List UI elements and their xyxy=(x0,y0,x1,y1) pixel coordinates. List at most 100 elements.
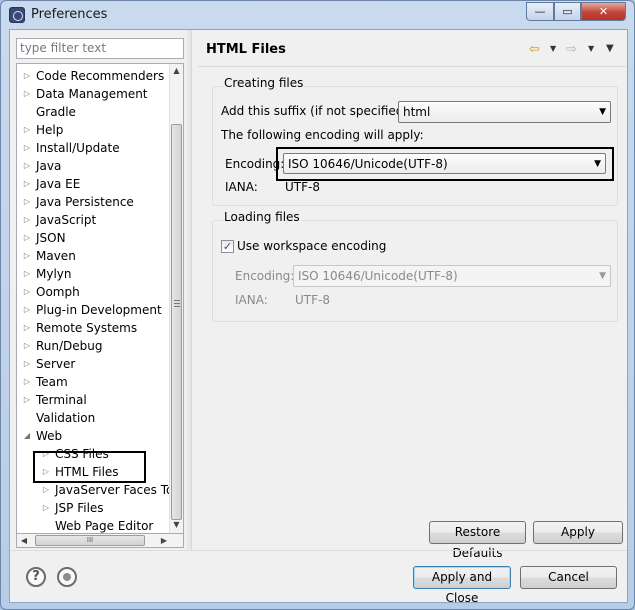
collapsed-twisty-icon[interactable]: ▷ xyxy=(22,211,32,229)
collapsed-twisty-icon[interactable]: ▷ xyxy=(22,247,32,265)
collapsed-twisty-icon[interactable]: ▷ xyxy=(22,337,32,355)
tree-item-label: Code Recommenders xyxy=(36,69,165,83)
tree-item[interactable]: ▷ Run/Debug xyxy=(22,337,167,355)
collapsed-twisty-icon[interactable]: ▷ xyxy=(22,157,32,175)
collapsed-twisty-icon[interactable]: ▷ xyxy=(22,373,32,391)
tree-item[interactable]: Gradle xyxy=(22,103,167,121)
collapsed-twisty-icon[interactable]: ▷ xyxy=(22,265,32,283)
collapsed-twisty-icon[interactable]: ▷ xyxy=(41,463,51,481)
back-dropdown-icon[interactable]: ▼ xyxy=(550,44,556,53)
loading-iana-value: UTF-8 xyxy=(295,293,330,307)
tree-item[interactable]: ▷ Java xyxy=(22,157,167,175)
loading-files-label: Loading files xyxy=(223,210,301,224)
forward-dropdown-icon[interactable]: ▼ xyxy=(588,44,594,53)
collapsed-twisty-icon[interactable]: ▷ xyxy=(22,67,32,85)
use-workspace-checkbox[interactable]: ✓ xyxy=(221,240,234,253)
help-icon[interactable]: ? xyxy=(26,567,46,587)
footer-separator xyxy=(10,550,627,551)
tree-item[interactable]: ▷ Oomph xyxy=(22,283,167,301)
tree-horizontal-scrollbar[interactable]: ◀ III ▶ xyxy=(16,533,184,548)
tree-item[interactable]: ▷ Help xyxy=(22,121,167,139)
creating-files-label: Creating files xyxy=(223,76,305,90)
collapsed-twisty-icon[interactable]: ▷ xyxy=(22,85,32,103)
loading-encoding-combo: ISO 10646/Unicode(UTF-8) ▼ xyxy=(293,265,611,287)
tree-item-label: CSS Files xyxy=(55,447,109,461)
minimize-button[interactable]: — xyxy=(526,2,554,21)
record-icon[interactable] xyxy=(57,567,77,587)
restore-defaults-button[interactable]: Restore Defaults xyxy=(429,521,526,560)
tree-item-label: JSP Files xyxy=(55,501,104,515)
forward-arrow-icon[interactable]: ⇨ xyxy=(566,42,577,58)
collapsed-twisty-icon[interactable]: ▷ xyxy=(22,229,32,247)
tree-item[interactable]: ▷ Terminal xyxy=(22,391,167,409)
tree-item[interactable]: ▷ JSON xyxy=(22,229,167,247)
scroll-right-arrow-icon[interactable]: ▶ xyxy=(157,534,171,547)
tree-item[interactable]: ▷ Java EE xyxy=(22,175,167,193)
tree-item[interactable]: Validation xyxy=(22,409,167,427)
collapsed-twisty-icon[interactable]: ▷ xyxy=(22,175,32,193)
collapsed-twisty-icon[interactable]: ▷ xyxy=(22,139,32,157)
tree-item[interactable]: ▷ Mylyn xyxy=(22,265,167,283)
collapsed-twisty-icon[interactable]: ▷ xyxy=(22,355,32,373)
loading-iana-label: IANA: xyxy=(235,293,268,307)
tree-item-label: Gradle xyxy=(36,105,76,119)
expanded-twisty-icon[interactable]: ◢ xyxy=(22,427,32,445)
tree-item-label: JavaServer Faces To xyxy=(55,483,174,497)
tree-item[interactable]: ▷ Java Persistence xyxy=(22,193,167,211)
cancel-button[interactable]: Cancel xyxy=(520,566,617,589)
tree-item[interactable]: ▷ Code Recommenders xyxy=(22,67,167,85)
tree-item[interactable]: ▷ Server xyxy=(22,355,167,373)
tree-item[interactable]: ▷ HTML Files xyxy=(41,463,167,481)
tree-item[interactable]: ◢ Web xyxy=(22,427,167,445)
view-menu-icon[interactable]: ▼ xyxy=(606,43,614,54)
tree-item-label: Run/Debug xyxy=(36,339,103,353)
apply-button[interactable]: Apply xyxy=(533,521,623,544)
tree-item-label: Java EE xyxy=(36,177,81,191)
tree-hscroll-thumb[interactable]: III xyxy=(35,535,145,546)
collapsed-twisty-icon[interactable]: ▷ xyxy=(22,301,32,319)
use-workspace-label[interactable]: Use workspace encoding xyxy=(237,239,386,253)
preference-tree: Web Page Editor ▷ JSP Files ▷ JavaServer Fac… xyxy=(16,63,184,547)
tree-item[interactable]: ▷ Remote Systems xyxy=(22,319,167,337)
tree-vertical-scrollbar[interactable]: ▲ ▼ xyxy=(169,64,183,546)
pane-sash[interactable] xyxy=(187,30,192,550)
collapsed-twisty-icon[interactable]: ▷ xyxy=(41,445,51,463)
filter-input[interactable]: type filter text xyxy=(16,38,184,59)
tree-item[interactable]: ▷ JavaScript xyxy=(22,211,167,229)
close-button[interactable]: ✕ xyxy=(581,2,626,21)
scroll-down-arrow-icon[interactable]: ▼ xyxy=(170,518,183,532)
creating-encoding-label: Encoding: xyxy=(225,157,285,171)
tree-item[interactable]: ▷ JavaServer Faces To xyxy=(41,481,173,499)
creating-encoding-combo[interactable]: ISO 10646/Unicode(UTF-8) ▼ xyxy=(283,153,606,174)
tree-item[interactable]: ▷ Team xyxy=(22,373,167,391)
tree-item-label: Plug-in Development xyxy=(36,303,162,317)
tree-item[interactable]: ▷ Data Management xyxy=(22,85,167,103)
tree-item[interactable]: ▷ Maven xyxy=(22,247,167,265)
collapsed-twisty-icon[interactable]: ▷ xyxy=(22,319,32,337)
suffix-combo[interactable]: html ▼ xyxy=(398,101,611,123)
tree-scroll-thumb[interactable] xyxy=(171,124,182,520)
scroll-left-arrow-icon[interactable]: ◀ xyxy=(17,534,31,547)
collapsed-twisty-icon[interactable]: ▷ xyxy=(22,283,32,301)
collapsed-twisty-icon[interactable]: ▷ xyxy=(41,481,51,499)
scroll-up-arrow-icon[interactable]: ▲ xyxy=(170,64,183,78)
collapsed-twisty-icon[interactable]: ▷ xyxy=(22,121,32,139)
chevron-down-icon: ▼ xyxy=(594,159,601,169)
tree-item-label: JavaScript xyxy=(36,213,97,227)
apply-and-close-button[interactable]: Apply and Close xyxy=(413,566,511,605)
back-arrow-icon[interactable]: ⇦ xyxy=(529,42,540,58)
title-bar[interactable]: Preferences — ▭ ✕ xyxy=(1,1,634,29)
tree-item[interactable]: ▷ CSS Files xyxy=(41,445,167,463)
tree-item[interactable]: ▷ Plug-in Development xyxy=(22,301,167,319)
tree-item[interactable]: ▷ Install/Update xyxy=(22,139,167,157)
tree-item[interactable]: ▷ JSP Files xyxy=(41,499,167,517)
tree-item-label: Web xyxy=(36,429,63,443)
tree-item-label: Help xyxy=(36,123,64,137)
collapsed-twisty-icon[interactable]: ▷ xyxy=(22,193,32,211)
collapsed-twisty-icon[interactable]: ▷ xyxy=(41,499,51,517)
maximize-button[interactable]: ▭ xyxy=(554,2,581,21)
collapsed-twisty-icon[interactable]: ▷ xyxy=(22,391,32,409)
tree-item-label: Install/Update xyxy=(36,141,120,155)
creating-files-group: Creating files Add this suffix (if not s… xyxy=(212,76,618,206)
tree-item-label: Mylyn xyxy=(36,267,72,281)
